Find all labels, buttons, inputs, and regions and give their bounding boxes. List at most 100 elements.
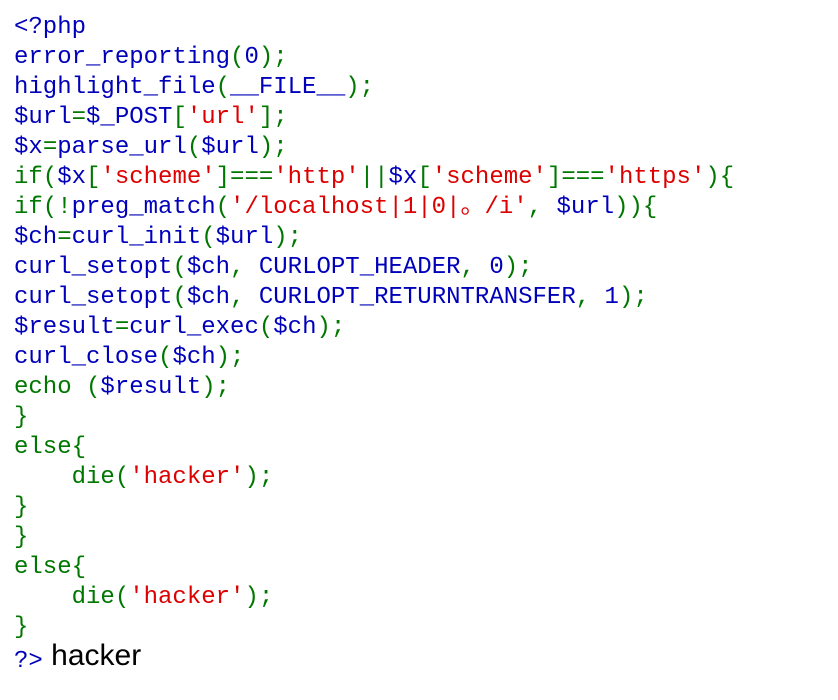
code-keyword: ); bbox=[503, 254, 533, 281]
code-keyword: || bbox=[359, 164, 389, 191]
code-token: 1 bbox=[604, 284, 619, 311]
code-token: $_POST bbox=[86, 104, 173, 131]
code-string: 'http' bbox=[273, 164, 360, 191]
code-line: $x=parse_url($url); bbox=[14, 133, 734, 163]
code-keyword: ]=== bbox=[215, 164, 274, 191]
code-token: parse_url bbox=[57, 134, 187, 161]
code-token: <?php bbox=[14, 14, 87, 41]
code-token: $result bbox=[14, 314, 115, 341]
code-token: $ch bbox=[186, 284, 231, 311]
code-keyword: , bbox=[575, 284, 605, 311]
code-token: $ch bbox=[186, 254, 231, 281]
code-line: curl_setopt($ch, CURLOPT_RETURNTRANSFER,… bbox=[14, 283, 734, 313]
code-token: $x bbox=[388, 164, 418, 191]
code-line: curl_close($ch); bbox=[14, 343, 734, 373]
code-line: die('hacker'); bbox=[14, 583, 734, 613]
code-keyword: = bbox=[71, 104, 87, 131]
code-keyword: if( bbox=[14, 164, 58, 191]
code-line: } bbox=[14, 403, 734, 433]
code-keyword: ]; bbox=[258, 104, 288, 131]
code-token: $result bbox=[100, 374, 202, 401]
code-keyword: ( bbox=[158, 344, 173, 371]
code-token: $x bbox=[57, 164, 87, 191]
code-token: highlight_file bbox=[14, 74, 216, 101]
code-keyword: } bbox=[14, 494, 29, 521]
php-source-highlight: <?php error_reporting(0); highlight_file(_… bbox=[14, 13, 734, 675]
code-token: curl_exec bbox=[129, 314, 259, 341]
code-line: if($x['scheme']==='http'||$x['scheme']==… bbox=[14, 163, 734, 193]
code-token: $ch bbox=[273, 314, 317, 341]
code-token: preg_match bbox=[71, 194, 216, 221]
code-keyword: ( bbox=[258, 314, 274, 341]
code-line: curl_setopt($ch, CURLOPT_HEADER, 0); bbox=[14, 253, 734, 283]
code-string: 'hacker' bbox=[129, 464, 245, 491]
code-keyword: ); bbox=[618, 284, 648, 311]
code-line: if(!preg_match('/localhost|1|0|。/i', $ur… bbox=[14, 193, 734, 223]
code-keyword: ); bbox=[345, 74, 375, 101]
code-line: <?php bbox=[14, 13, 734, 43]
code-keyword: ); bbox=[244, 584, 274, 611]
code-token: 0 bbox=[244, 44, 259, 71]
code-token: __FILE__ bbox=[230, 74, 346, 101]
code-keyword: [ bbox=[172, 104, 187, 131]
code-token: $ch bbox=[172, 344, 216, 371]
code-line: echo ($result); bbox=[14, 373, 734, 403]
code-keyword: , bbox=[230, 254, 259, 281]
code-keyword: , bbox=[230, 284, 259, 311]
code-token: curl_setopt bbox=[14, 254, 173, 281]
code-token: $url bbox=[201, 134, 259, 161]
code-token: error_reporting bbox=[14, 44, 231, 71]
code-token: $url bbox=[14, 104, 72, 131]
code-keyword: else{ bbox=[14, 434, 87, 461]
code-keyword: die( bbox=[14, 464, 130, 491]
code-keyword: ( bbox=[215, 194, 231, 221]
code-keyword: ); bbox=[258, 44, 288, 71]
code-keyword: die( bbox=[14, 584, 130, 611]
code-keyword: )){ bbox=[614, 194, 658, 221]
code-line: highlight_file(__FILE__); bbox=[14, 73, 734, 103]
code-keyword: ]=== bbox=[546, 164, 605, 191]
code-token: CURLOPT_HEADER bbox=[258, 254, 461, 281]
code-keyword: = bbox=[42, 134, 58, 161]
code-token: $x bbox=[14, 134, 43, 161]
code-keyword: } bbox=[14, 404, 29, 431]
code-keyword: ); bbox=[215, 344, 245, 371]
code-token: ?> bbox=[14, 648, 43, 675]
code-keyword: , bbox=[460, 254, 490, 281]
code-keyword: else{ bbox=[14, 554, 87, 581]
code-line: else{ bbox=[14, 553, 734, 583]
code-keyword: ( bbox=[186, 134, 202, 161]
code-line: die('hacker'); bbox=[14, 463, 734, 493]
code-keyword: } bbox=[14, 524, 29, 551]
code-keyword: ); bbox=[273, 224, 303, 251]
code-keyword: ( bbox=[172, 254, 187, 281]
code-string: 'https' bbox=[604, 164, 706, 191]
code-keyword: echo ( bbox=[14, 374, 101, 401]
code-string: 'url' bbox=[186, 104, 259, 131]
code-keyword: = bbox=[57, 224, 72, 251]
code-line: error_reporting(0); bbox=[14, 43, 734, 73]
code-line: $ch=curl_init($url); bbox=[14, 223, 734, 253]
code-token: curl_init bbox=[71, 224, 202, 251]
code-token: CURLOPT_RETURNTRANSFER bbox=[258, 284, 576, 311]
code-keyword: if(! bbox=[14, 194, 72, 221]
code-keyword: ( bbox=[215, 74, 231, 101]
code-token: $ch bbox=[14, 224, 58, 251]
code-keyword: [ bbox=[417, 164, 432, 191]
code-line: $url=$_POST['url']; bbox=[14, 103, 734, 133]
code-line: } bbox=[14, 523, 734, 553]
code-line: $result=curl_exec($ch); bbox=[14, 313, 734, 343]
code-keyword: ( bbox=[201, 224, 216, 251]
code-string: '/localhost|1|0|。/i' bbox=[230, 194, 528, 221]
code-keyword: ); bbox=[201, 374, 231, 401]
code-keyword: ); bbox=[258, 134, 288, 161]
code-keyword: , bbox=[527, 194, 557, 221]
code-line: else{ bbox=[14, 433, 734, 463]
code-keyword: = bbox=[114, 314, 130, 341]
code-string: 'scheme' bbox=[100, 164, 216, 191]
code-token: curl_setopt bbox=[14, 284, 173, 311]
code-token: 0 bbox=[489, 254, 504, 281]
code-keyword: ); bbox=[244, 464, 274, 491]
code-token: $url bbox=[215, 224, 274, 251]
code-keyword: ( bbox=[172, 284, 187, 311]
